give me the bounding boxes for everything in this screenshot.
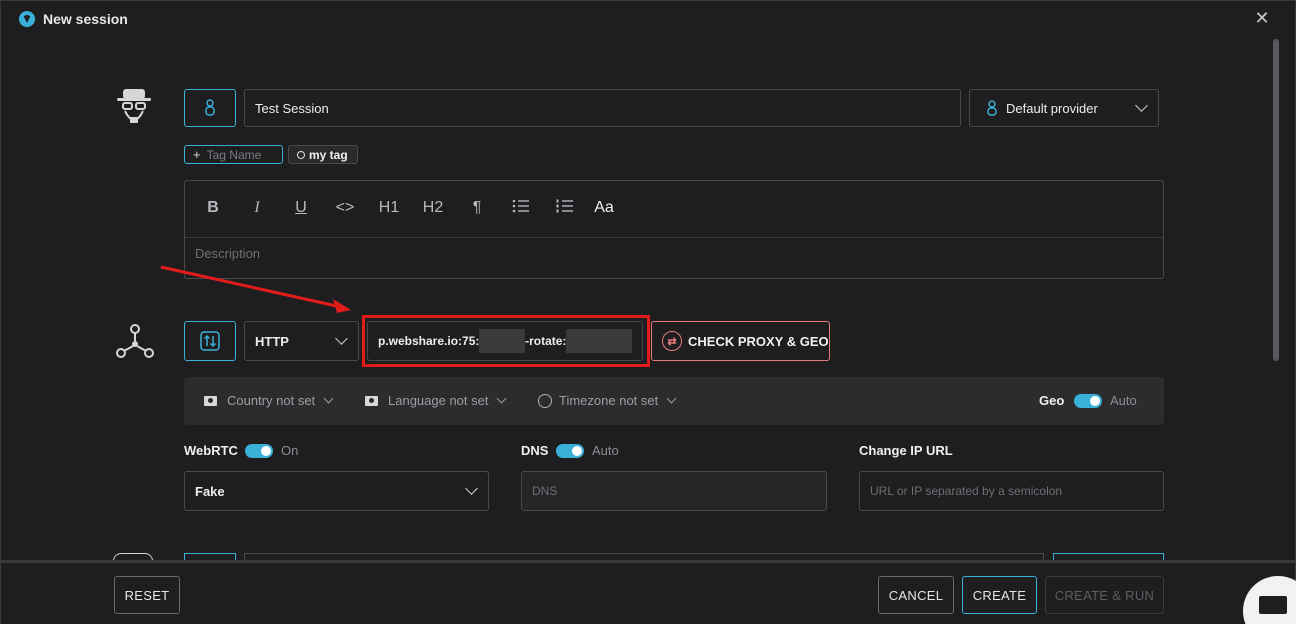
network-nodes-icon — [115, 323, 155, 364]
proxy-type-select[interactable]: HTTP — [244, 321, 359, 361]
text-style-button[interactable]: Aa — [590, 199, 618, 217]
circle-icon — [297, 150, 305, 159]
proxy-type-value: HTTP — [255, 333, 289, 349]
timezone-label: Timezone not set — [559, 393, 659, 408]
close-icon[interactable]: ✕ — [1253, 9, 1271, 27]
flag-icon — [204, 395, 217, 406]
new-session-dialog: New session ✕ Test Session Default provi… — [0, 0, 1296, 624]
refresh-swap-icon: ⇄ — [662, 331, 682, 351]
language-select[interactable]: Language not set — [365, 393, 507, 408]
chevron-down-icon — [1135, 99, 1148, 112]
webrtc-state: On — [281, 443, 299, 458]
code-button[interactable]: <> — [331, 199, 359, 217]
check-proxy-button[interactable]: ⇄ CHECK PROXY & GEO — [651, 321, 830, 361]
dialog-footer: RESET CANCEL CREATE CREATE & RUN — [1, 560, 1295, 624]
person-icon — [987, 100, 997, 116]
timezone-select[interactable]: Timezone not set — [538, 393, 677, 408]
webrtc-toggle[interactable] — [245, 444, 273, 458]
chat-icon — [1259, 596, 1287, 614]
geo-toggle[interactable] — [1074, 394, 1102, 408]
italic-button[interactable]: I — [243, 199, 271, 217]
bullet-list-button[interactable] — [507, 199, 535, 218]
country-select[interactable]: Country not set — [204, 393, 334, 408]
bold-button[interactable]: B — [199, 199, 227, 217]
proxy-toggle-button[interactable] — [184, 321, 236, 361]
numbered-list-button[interactable] — [551, 199, 579, 218]
incognito-avatar-icon — [113, 87, 155, 134]
reset-button[interactable]: RESET — [114, 576, 180, 614]
create-and-run-button[interactable]: CREATE & RUN — [1045, 576, 1164, 614]
arrow-annotation — [160, 265, 351, 313]
country-label: Country not set — [227, 393, 316, 408]
h2-button[interactable]: H2 — [419, 199, 447, 217]
geo-settings-bar: Country not set Language not set Timezon… — [184, 377, 1164, 425]
chevron-down-icon — [465, 482, 478, 495]
tag-placeholder: Tag Name — [206, 147, 262, 162]
create-button[interactable]: CREATE — [962, 576, 1037, 614]
chevron-down-icon — [335, 332, 348, 345]
provider-label: Default provider — [1006, 100, 1098, 116]
dns-placeholder: DNS — [532, 484, 558, 498]
language-icon — [365, 395, 378, 406]
webrtc-value: Fake — [195, 483, 225, 499]
person-icon — [205, 99, 215, 116]
change-ip-label: Change IP URL — [859, 443, 953, 458]
description-placeholder[interactable]: Description — [195, 246, 260, 261]
chevron-down-icon — [497, 393, 507, 404]
dialog-title: New session — [43, 11, 128, 27]
chevron-down-icon — [323, 393, 334, 404]
dns-state: Auto — [592, 443, 619, 458]
underline-button[interactable]: U — [287, 199, 315, 217]
tag-chip-label: my tag — [309, 147, 348, 162]
app-logo-icon — [19, 11, 35, 27]
check-proxy-label: CHECK PROXY & GEO — [688, 333, 829, 349]
webrtc-label: WebRTC — [184, 443, 238, 458]
highlight-box-annotation — [362, 315, 650, 367]
dns-label: DNS — [521, 443, 549, 458]
swap-vertical-icon — [200, 331, 220, 351]
dns-input[interactable]: DNS — [521, 471, 827, 511]
paragraph-button[interactable]: ¶ — [463, 199, 491, 217]
webrtc-select[interactable]: Fake — [184, 471, 489, 511]
h1-button[interactable]: H1 — [375, 199, 403, 217]
geo-label: Geo — [1039, 393, 1065, 408]
dns-toggle[interactable] — [556, 444, 584, 458]
change-ip-input[interactable]: URL or IP separated by a semicolon — [859, 471, 1164, 511]
session-name-input[interactable]: Test Session — [244, 89, 961, 127]
bullet-list-icon — [512, 199, 529, 213]
title-bar: New session ✕ — [1, 1, 1295, 37]
clock-icon — [538, 393, 552, 408]
chevron-down-icon — [666, 393, 677, 404]
change-ip-placeholder: URL or IP separated by a semicolon — [870, 484, 1063, 498]
tag-chip[interactable]: my tag — [288, 145, 358, 164]
editor-toolbar: B I U <> H1 H2 ¶ Aa — [185, 181, 1163, 238]
add-tag-input[interactable]: + Tag Name — [184, 145, 283, 164]
language-label: Language not set — [388, 393, 489, 408]
session-name-value: Test Session — [255, 100, 329, 116]
numbered-list-icon — [556, 199, 573, 213]
plus-icon: + — [193, 147, 201, 162]
profile-type-button[interactable] — [184, 89, 236, 127]
provider-select[interactable]: Default provider — [969, 89, 1159, 127]
cancel-button[interactable]: CANCEL — [878, 576, 954, 614]
geo-mode-label: Auto — [1110, 393, 1137, 408]
scrollbar[interactable] — [1273, 39, 1279, 361]
